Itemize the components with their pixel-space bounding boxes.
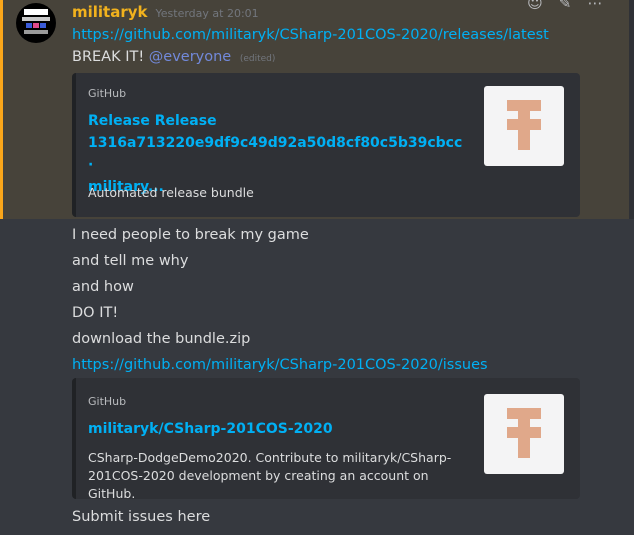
github-avatar-icon xyxy=(507,408,541,458)
embed-title-line[interactable]: Release Release xyxy=(88,110,428,132)
message-line: download the bundle.zip xyxy=(72,331,251,347)
more-icon[interactable]: ⋯ xyxy=(584,0,606,12)
message-line: Submit issues here xyxy=(72,509,211,525)
embed-title-line[interactable]: 1316a713220e9df9c49d92a50d8cf80c5b39cbcc… xyxy=(88,132,462,176)
scrollbar-track[interactable] xyxy=(629,0,634,219)
timestamp[interactable]: Yesterday at 20:01 xyxy=(156,7,259,20)
message-header: militaryk Yesterday at 20:01 xyxy=(72,3,259,23)
message-actions: ☺ ✎ ⋯ xyxy=(524,0,606,12)
github-avatar-icon xyxy=(507,100,541,150)
message-line: and how xyxy=(72,279,134,295)
mention-highlight-bar xyxy=(0,0,3,219)
embed-title[interactable]: militaryk/CSharp-201COS-2020 xyxy=(88,418,428,440)
release-link[interactable]: https://github.com/militaryk/CSharp-201C… xyxy=(72,25,549,45)
issues-link[interactable]: https://github.com/militaryk/CSharp-201C… xyxy=(72,355,488,375)
release-embed: GitHub Release Release 1316a713220e9df9c… xyxy=(72,73,580,217)
embed-provider[interactable]: GitHub xyxy=(88,87,126,100)
everyone-mention[interactable]: @everyone xyxy=(149,49,231,65)
embed-thumbnail[interactable] xyxy=(484,86,564,166)
add-reaction-icon[interactable]: ☺ xyxy=(524,0,546,12)
username[interactable]: militaryk xyxy=(72,3,148,21)
avatar-pixel xyxy=(33,23,39,28)
avatar-pixel xyxy=(24,30,48,34)
avatar[interactable] xyxy=(16,3,56,43)
embed-description: Automated release bundle xyxy=(88,185,254,200)
embed-description-line: CSharp-DodgeDemo2020. Contribute to mili… xyxy=(88,450,452,465)
embed-description-line: 201COS-2020 development by creating an a… xyxy=(88,468,429,501)
message-line: and tell me why xyxy=(72,253,189,269)
embed-description: CSharp-DodgeDemo2020. Contribute to mili… xyxy=(88,449,468,503)
edit-icon[interactable]: ✎ xyxy=(554,0,576,12)
message-line: I need people to break my game xyxy=(72,227,309,243)
break-line: BREAK IT! @everyone (edited) xyxy=(72,47,275,69)
avatar-pixel xyxy=(40,23,46,28)
repo-embed: GitHub militaryk/CSharp-201COS-2020 CSha… xyxy=(72,378,580,501)
break-text: BREAK IT! xyxy=(72,49,145,65)
embed-thumbnail[interactable] xyxy=(484,394,564,474)
edited-label: (edited) xyxy=(239,54,276,64)
avatar-pixel xyxy=(22,17,50,21)
embed-provider[interactable]: GitHub xyxy=(88,395,126,408)
avatar-pixel xyxy=(24,9,48,15)
avatar-pixel xyxy=(26,23,32,28)
message-line: DO IT! xyxy=(72,305,119,321)
